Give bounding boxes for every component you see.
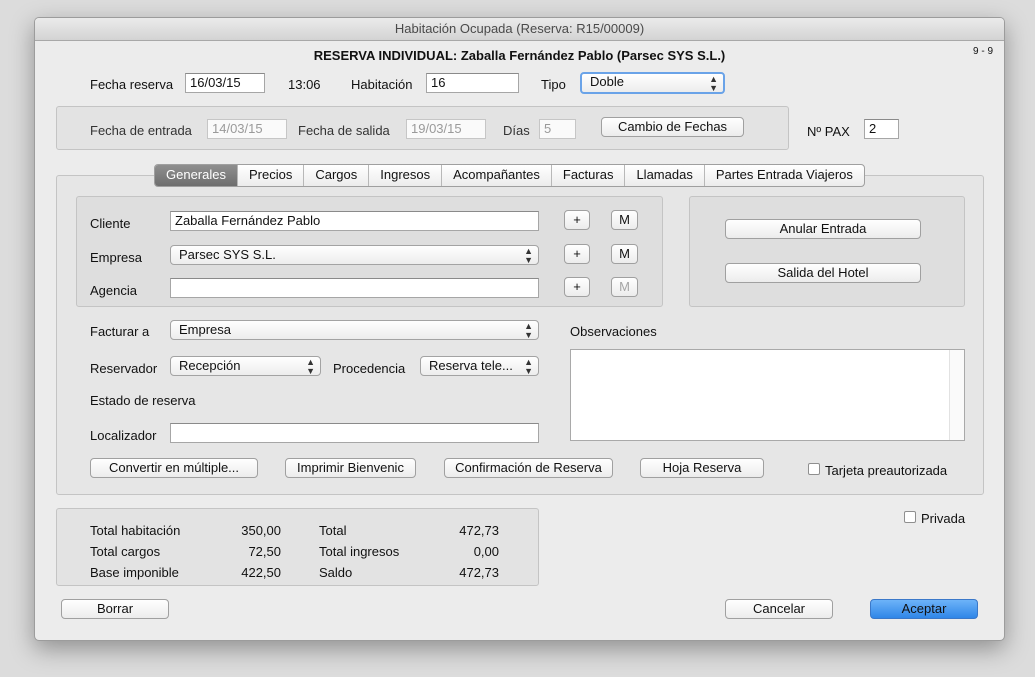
aceptar-button[interactable]: Aceptar — [870, 599, 978, 619]
chevron-updown-icon: ▲ ▼ — [306, 357, 315, 376]
cliente-add-button[interactable]: + — [564, 210, 590, 230]
habitacion-field[interactable]: 16 — [426, 73, 519, 93]
cliente-label: Cliente — [90, 216, 131, 231]
agencia-field[interactable] — [170, 278, 539, 298]
record-counter: 9 - 9 — [973, 46, 994, 57]
localizador-field[interactable] — [170, 423, 539, 443]
cambio-fechas-button[interactable]: Cambio de Fechas — [601, 117, 744, 137]
procedencia-select-value: Reserva tele... — [429, 358, 513, 373]
tipo-select-value: Doble — [590, 74, 624, 89]
hora-reserva: 13:06 — [288, 77, 321, 92]
agencia-m-button[interactable]: M — [611, 277, 638, 297]
window-title: Habitación Ocupada (Reserva: R15/00009) — [35, 18, 1004, 41]
chevron-updown-icon: ▲ ▼ — [524, 321, 533, 340]
chevron-updown-icon: ▲ ▼ — [524, 246, 533, 265]
observaciones-textarea[interactable] — [570, 349, 965, 441]
tab-precios[interactable]: Precios — [236, 165, 303, 186]
empresa-add-button[interactable]: + — [564, 244, 590, 264]
fecha-entrada-field[interactable]: 14/03/15 — [207, 119, 287, 139]
reservador-select-value: Recepción — [179, 358, 241, 373]
fecha-salida-field[interactable]: 19/03/15 — [406, 119, 486, 139]
tab-partes-entrada[interactable]: Partes Entrada Viajeros — [703, 165, 864, 186]
tipo-label: Tipo — [541, 77, 566, 92]
cliente-m-button[interactable]: M — [611, 210, 638, 230]
salida-hotel-button[interactable]: Salida del Hotel — [725, 263, 921, 283]
cliente-field[interactable]: Zaballa Fernández Pablo — [170, 211, 539, 231]
procedencia-select[interactable]: Reserva tele... ▲ ▼ — [420, 356, 539, 376]
base-imponible-label: Base imponible — [90, 565, 179, 580]
procedencia-label: Procedencia — [333, 361, 406, 376]
privada-label: Privada — [921, 511, 966, 526]
observaciones-label: Observaciones — [570, 324, 657, 339]
saldo-label: Saldo — [319, 565, 353, 580]
tab-acompanantes[interactable]: Acompañantes — [441, 165, 551, 186]
chevron-updown-icon: ▲ ▼ — [524, 357, 533, 376]
agencia-add-button[interactable]: + — [564, 277, 590, 297]
tarjeta-checkbox[interactable] — [808, 463, 820, 475]
anular-entrada-button[interactable]: Anular Entrada — [725, 219, 921, 239]
total-cargos-label: Total cargos — [90, 544, 161, 559]
fecha-entrada-label: Fecha de entrada — [90, 123, 192, 138]
acciones-box — [689, 196, 965, 307]
cancelar-button[interactable]: Cancelar — [725, 599, 833, 619]
reservador-label: Reservador — [90, 361, 158, 376]
empresa-label: Empresa — [90, 250, 143, 265]
total-cargos-value: 72,50 — [248, 544, 281, 559]
confirmacion-reserva-button[interactable]: Confirmación de Reserva — [444, 458, 613, 478]
dias-label: Días — [503, 123, 530, 138]
tab-facturas[interactable]: Facturas — [550, 165, 625, 186]
total-habitacion-label: Total habitación — [90, 523, 181, 538]
chevron-updown-icon: ▲ ▼ — [709, 74, 718, 93]
facturar-select-value: Empresa — [179, 322, 232, 337]
tab-ingresos[interactable]: Ingresos — [368, 165, 441, 186]
fecha-reserva-field[interactable]: 16/03/15 — [185, 73, 265, 93]
empresa-m-button[interactable]: M — [611, 244, 638, 264]
base-imponible-value: 422,50 — [241, 565, 281, 580]
total-habitacion-value: 350,00 — [241, 523, 281, 538]
dias-field[interactable]: 5 — [539, 119, 576, 139]
privada-checkbox[interactable] — [904, 511, 916, 523]
agencia-label: Agencia — [90, 283, 137, 298]
habitacion-label: Habitación — [351, 77, 413, 92]
tipo-select[interactable]: Doble ▲ ▼ — [580, 72, 725, 94]
total-label: Total — [319, 523, 347, 538]
tab-llamadas[interactable]: Llamadas — [624, 165, 703, 186]
tab-cargos[interactable]: Cargos — [303, 165, 368, 186]
empresa-select-value: Parsec SYS S.L. — [179, 247, 276, 262]
hoja-reserva-button[interactable]: Hoja Reserva — [640, 458, 764, 478]
facturar-label: Facturar a — [90, 324, 150, 339]
observaciones-scrollbar[interactable] — [949, 350, 964, 440]
facturar-select[interactable]: Empresa ▲ ▼ — [170, 320, 539, 340]
imprimir-bienvenida-button[interactable]: Imprimir Bienvenic — [285, 458, 416, 478]
reservation-window: Habitación Ocupada (Reserva: R15/00009) … — [34, 17, 1005, 641]
fecha-reserva-label: Fecha reserva — [90, 77, 174, 92]
empresa-select[interactable]: Parsec SYS S.L. ▲ ▼ — [170, 245, 539, 265]
total-value: 472,73 — [459, 523, 499, 538]
reservation-heading: RESERVA INDIVIDUAL: Zaballa Fernández Pa… — [313, 48, 726, 63]
reservador-select[interactable]: Recepción ▲ ▼ — [170, 356, 321, 376]
estado-reserva-label: Estado de reserva — [90, 393, 196, 408]
total-ingresos-label: Total ingresos — [319, 544, 400, 559]
tab-generales[interactable]: Generales — [155, 165, 237, 186]
tarjeta-label: Tarjeta preautorizada — [825, 463, 948, 478]
borrar-button[interactable]: Borrar — [61, 599, 169, 619]
pax-field[interactable]: 2 — [864, 119, 899, 139]
fecha-salida-label: Fecha de salida — [298, 123, 390, 138]
pax-label: Nº PAX — [807, 124, 850, 139]
localizador-label: Localizador — [90, 428, 157, 443]
total-ingresos-value: 0,00 — [473, 544, 499, 559]
convertir-multiple-button[interactable]: Convertir en múltiple... — [90, 458, 258, 478]
saldo-value: 472,73 — [459, 565, 499, 580]
tab-bar: Generales Precios Cargos Ingresos Acompa… — [154, 164, 865, 187]
